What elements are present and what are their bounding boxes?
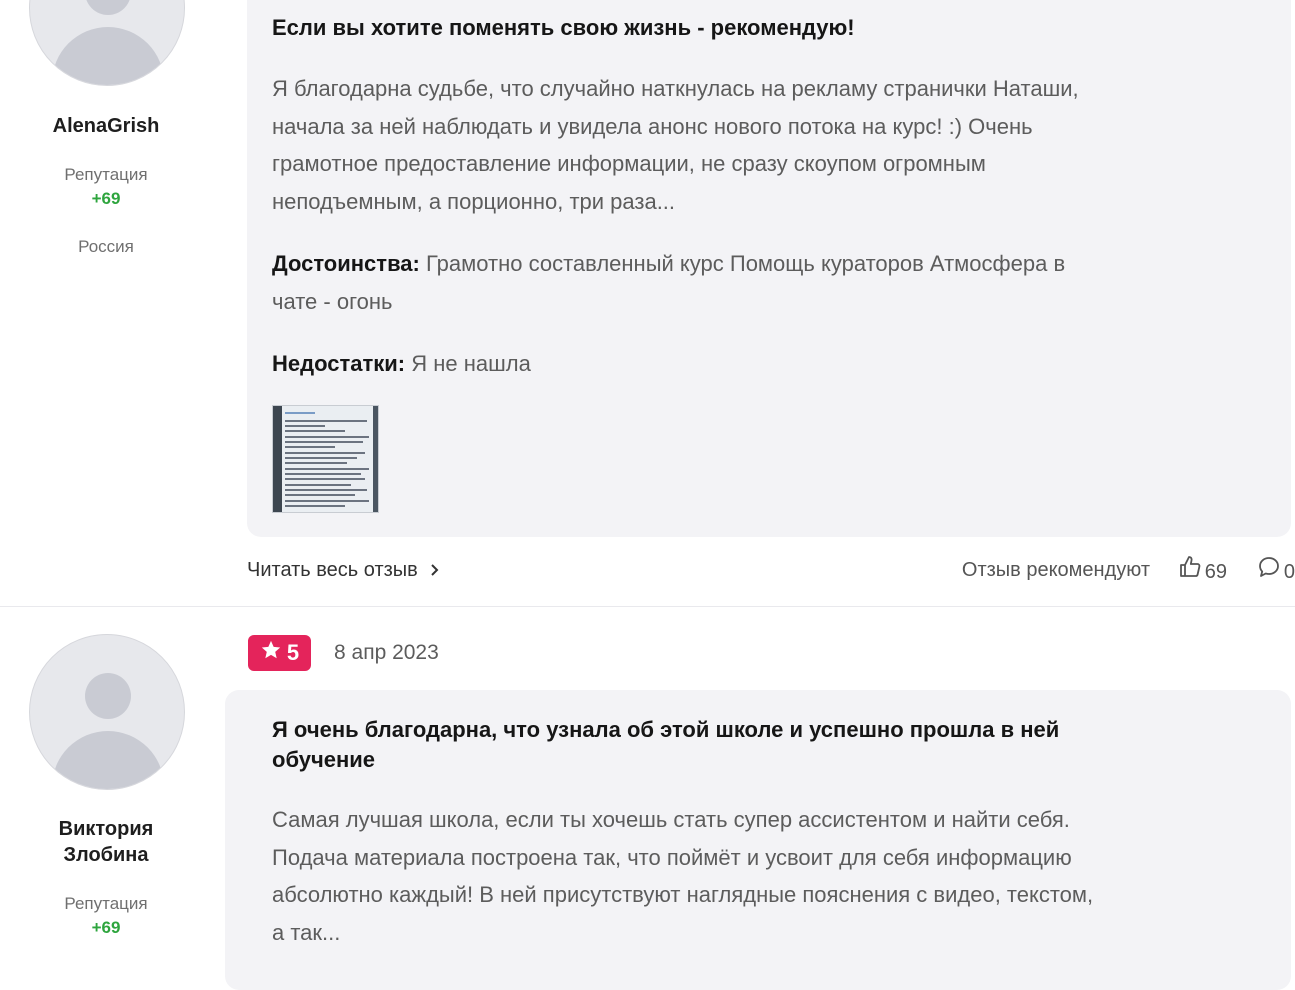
cons-label: Недостатки: xyxy=(272,351,406,376)
thumb-text-line xyxy=(285,462,347,464)
reputation-label: Репутация xyxy=(64,894,148,913)
review-divider xyxy=(0,606,1295,607)
review-text-line: грамотное предоставление информации, не … xyxy=(272,151,986,176)
rating-badge: 5 xyxy=(248,635,311,671)
reputation-value: +69 xyxy=(91,189,121,208)
thumb-text-line xyxy=(285,473,361,475)
rating-value: 5 xyxy=(286,640,300,665)
author-name-cont[interactable]: Злобина xyxy=(0,842,212,868)
review-text: Самая лучшая школа, если ты хочешь стать… xyxy=(272,801,1093,951)
thumb-edge xyxy=(373,406,378,512)
review-card: Я очень благодарна, что узнала об этой ш… xyxy=(225,690,1291,990)
author-name[interactable]: Виктория xyxy=(0,816,212,842)
reputation-value: +69 xyxy=(91,918,121,937)
thumb-edge xyxy=(273,406,282,512)
author-info: AlenaGrish Репутация +69 Россия xyxy=(0,113,212,259)
thumb-text-line xyxy=(285,436,369,438)
read-full-review-link[interactable]: Читать весь отзыв xyxy=(247,555,439,586)
avatar-head-shape xyxy=(85,0,131,15)
thumb-text-line xyxy=(285,425,325,427)
thumb-text-line xyxy=(285,430,345,432)
thumb-text-line xyxy=(285,489,367,491)
avatar-body-shape xyxy=(52,27,164,85)
review-text-line: Подача материала построена так, что пойм… xyxy=(272,844,1072,870)
thumb-text-line xyxy=(285,484,351,486)
review-date: 8 апр 2023 xyxy=(334,641,439,664)
review-title-line[interactable]: обучение xyxy=(272,745,1059,775)
review-text: Я благодарна судьбе, что случайно наткну… xyxy=(272,70,1079,220)
thumb-text-line xyxy=(285,420,367,422)
pros-text: Грамотно составленный курс Помощь курато… xyxy=(426,251,1066,276)
review-photo-thumbnail[interactable] xyxy=(272,405,379,513)
comment-icon xyxy=(1257,555,1281,588)
review-text-line: абсолютно каждый! В ней присутствуют наг… xyxy=(272,882,1094,907)
thumb-text-line xyxy=(285,505,345,507)
review-text-line: неподъемным, а порционно, три раза... xyxy=(272,188,676,214)
review-text-line: а так... xyxy=(272,919,341,945)
thumb-text-line xyxy=(285,494,355,496)
author-country: Россия xyxy=(78,237,134,256)
thumb-text-line xyxy=(285,457,357,459)
review-text-line: начала за ней наблюдать и увидела анонс … xyxy=(272,113,1033,139)
author-name[interactable]: AlenaGrish xyxy=(0,113,212,139)
reputation-label: Репутация xyxy=(64,165,148,184)
thumb-text-line xyxy=(285,468,369,470)
review-footer: Читать весь отзыв Отзыв рекомендуют 69 0 xyxy=(247,555,1295,585)
like-button[interactable]: 69 xyxy=(1178,555,1227,588)
avatar-head-shape xyxy=(85,673,131,719)
like-count: 69 xyxy=(1204,560,1227,583)
author-info: Виктория Злобина Репутация +69 xyxy=(0,816,212,940)
review-card: Если вы хотите поменять свою жизнь - рек… xyxy=(247,0,1291,537)
read-full-review-label[interactable]: Читать весь отзыв xyxy=(247,559,418,581)
review-title[interactable]: Я очень благодарна, что узнала об этой ш… xyxy=(272,715,1059,775)
thumb-text-line xyxy=(285,446,335,448)
thumb-text-line xyxy=(285,478,365,480)
avatar-body-shape xyxy=(52,731,164,789)
comment-count: 0 xyxy=(1283,560,1295,583)
review-pros: Достоинства: Грамотно составленный курс … xyxy=(272,245,1065,320)
comments-button[interactable]: 0 xyxy=(1257,555,1295,588)
thumb-text-line xyxy=(285,412,315,414)
thumb-text-line xyxy=(285,441,363,443)
chevron-right-icon xyxy=(429,556,439,586)
review-text-line: Самая лучшая школа, если ты хочешь стать… xyxy=(272,807,1070,832)
review-cons: Недостатки: Я не нашла xyxy=(272,345,531,383)
recommend-label: Отзыв рекомендуют xyxy=(961,559,1150,581)
review-title[interactable]: Если вы хотите поменять свою жизнь - рек… xyxy=(272,13,855,43)
thumb-text-line xyxy=(285,500,369,502)
avatar[interactable] xyxy=(29,0,185,86)
thumb-text-line xyxy=(285,452,365,454)
review-text-line: Я благодарна судьбе, что случайно наткну… xyxy=(272,76,1079,101)
pros-text-cont: чате - огонь xyxy=(272,288,393,314)
pros-label: Достоинства: xyxy=(272,251,420,276)
cons-text: Я не нашла xyxy=(411,351,531,376)
review-title-line[interactable]: Я очень благодарна, что узнала об этой ш… xyxy=(272,715,1059,745)
thumbs-up-icon xyxy=(1178,555,1202,588)
review-item: AlenaGrish Репутация +69 Россия Если вы … xyxy=(0,0,1295,606)
star-icon xyxy=(260,639,282,667)
avatar[interactable] xyxy=(29,634,185,790)
